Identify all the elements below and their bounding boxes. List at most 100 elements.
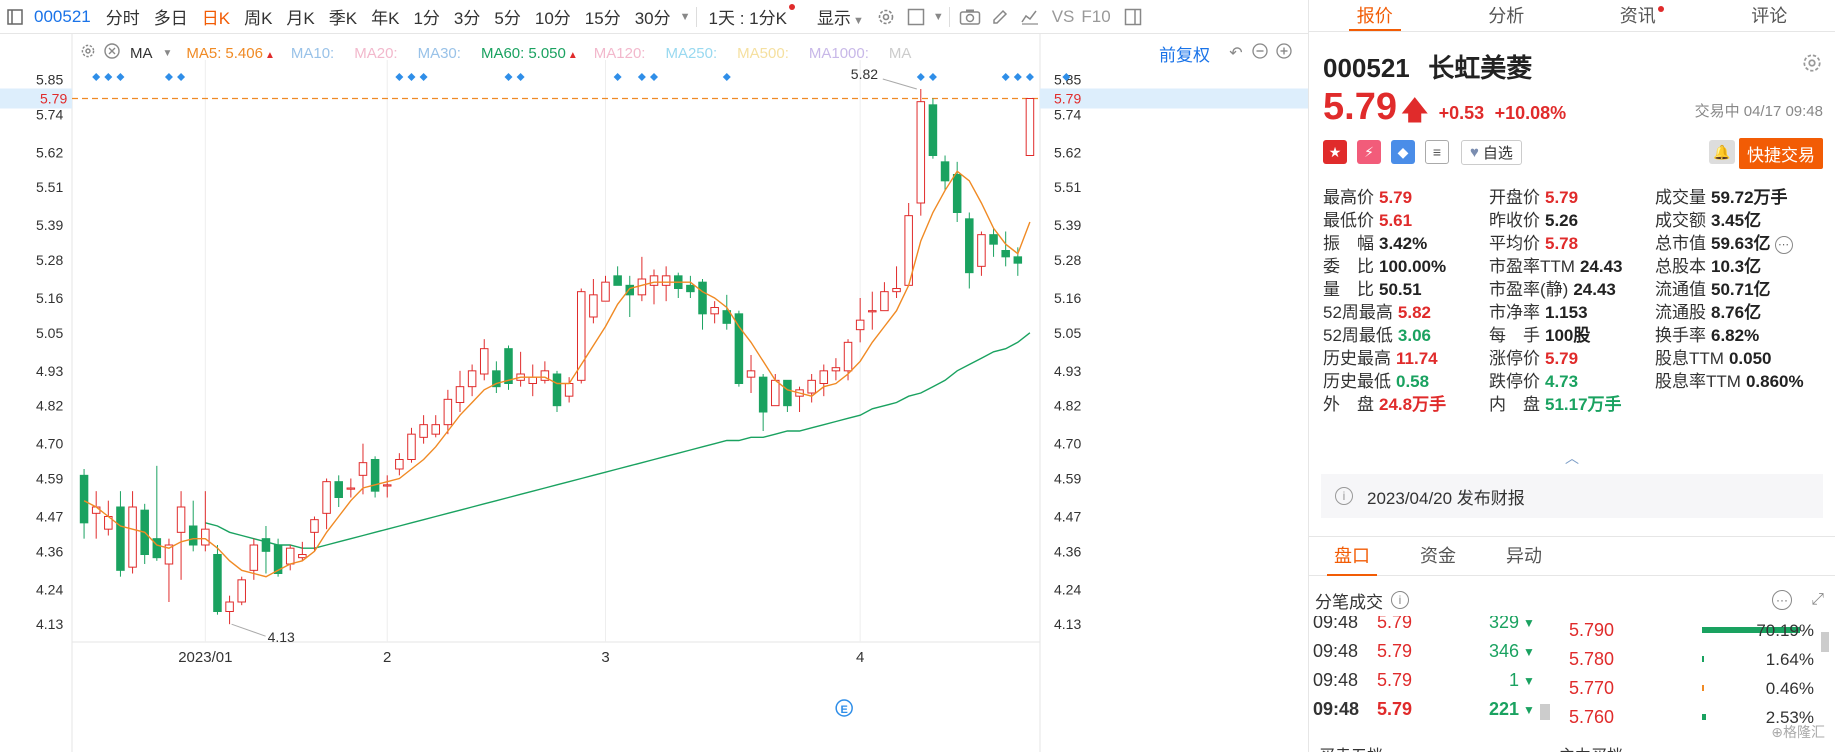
more-icon[interactable]: ··· bbox=[1772, 590, 1792, 610]
earnings-notice[interactable]: i 2023/04/20 发布财报 bbox=[1321, 474, 1823, 518]
range-select[interactable]: 1天 : 1分K bbox=[702, 4, 802, 29]
candle-body bbox=[504, 348, 513, 384]
candle-body bbox=[79, 474, 89, 524]
period-tab[interactable]: 周K bbox=[237, 4, 279, 29]
bell-icon[interactable]: 🔔 bbox=[1709, 140, 1735, 164]
gear-icon[interactable] bbox=[873, 5, 899, 29]
ma-legend-item[interactable]: MA250: bbox=[665, 45, 721, 62]
kline-chart[interactable]: 5.855.855.745.745.625.625.515.515.395.39… bbox=[0, 0, 1308, 752]
period-tab[interactable]: 3分 bbox=[447, 4, 487, 29]
f10-button[interactable]: F10 bbox=[1081, 7, 1117, 27]
signal-marker[interactable] bbox=[650, 73, 659, 81]
zoom-in-icon[interactable] bbox=[1272, 42, 1296, 64]
signal-marker[interactable] bbox=[1013, 73, 1022, 81]
signal-marker[interactable] bbox=[104, 73, 113, 81]
signal-marker[interactable] bbox=[637, 73, 646, 81]
chevron-down-icon[interactable]: ▼ bbox=[933, 11, 944, 23]
scroll-thumb[interactable] bbox=[1540, 704, 1550, 720]
orderbook-tab[interactable]: 异动 bbox=[1481, 537, 1567, 575]
candle-body bbox=[589, 294, 598, 318]
signal-marker[interactable] bbox=[419, 73, 428, 81]
ma-legend-item[interactable]: MA20: bbox=[354, 45, 401, 62]
adjust-button[interactable]: 前复权 bbox=[1159, 41, 1210, 66]
signal-marker[interactable] bbox=[116, 73, 125, 81]
signal-marker[interactable] bbox=[177, 73, 186, 81]
quote-tab[interactable]: 分析 bbox=[1441, 0, 1573, 31]
candle-body bbox=[479, 348, 489, 375]
signal-marker[interactable] bbox=[1001, 73, 1010, 81]
indicator-icon[interactable] bbox=[1017, 5, 1043, 29]
period-tab[interactable]: 季K bbox=[322, 4, 364, 29]
ma-legend-item[interactable]: MA5: 5.406 ▲ bbox=[186, 45, 274, 62]
note-icon[interactable]: ≡ bbox=[1425, 140, 1449, 164]
stat-value: 100.00% bbox=[1379, 257, 1447, 276]
layout-square-icon[interactable] bbox=[903, 5, 929, 29]
period-tab[interactable]: 月K bbox=[279, 4, 321, 29]
gear-icon[interactable] bbox=[1801, 52, 1823, 80]
vs-button[interactable]: VS bbox=[1045, 7, 1082, 27]
period-tab[interactable]: 10分 bbox=[528, 4, 578, 29]
period-tab[interactable]: 多日 bbox=[147, 4, 195, 29]
signal-marker[interactable] bbox=[516, 73, 525, 81]
ma-legend-item[interactable]: MA1000: bbox=[809, 45, 873, 62]
signal-marker[interactable] bbox=[504, 73, 513, 81]
signal-marker[interactable] bbox=[92, 73, 101, 81]
settings-icon[interactable] bbox=[80, 43, 96, 63]
signal-marker[interactable] bbox=[395, 73, 404, 81]
candle-body bbox=[661, 275, 671, 286]
orderbook-tab[interactable]: 盘口 bbox=[1309, 537, 1395, 576]
add-watchlist-button[interactable]: ♥ 自选 bbox=[1461, 139, 1522, 165]
signal-marker[interactable] bbox=[407, 73, 416, 81]
expand-icon[interactable]: ⤢ bbox=[1811, 591, 1824, 609]
period-tab[interactable]: 30分 bbox=[628, 4, 678, 29]
period-tab[interactable]: 15分 bbox=[578, 4, 628, 29]
quote-tab[interactable]: 报价 bbox=[1309, 0, 1441, 31]
ma-legend-item[interactable]: MA30: bbox=[418, 45, 465, 62]
ma-type-label[interactable]: MA bbox=[130, 45, 153, 62]
depth-scrollbar[interactable] bbox=[1821, 620, 1829, 730]
period-tab[interactable]: 5分 bbox=[487, 4, 527, 29]
price-change: +0.53 bbox=[1438, 103, 1485, 123]
chevron-down-icon[interactable]: ▼ bbox=[163, 48, 173, 59]
signal-marker[interactable] bbox=[916, 73, 925, 81]
camera-icon[interactable] bbox=[957, 5, 983, 29]
signal-marker[interactable] bbox=[1025, 73, 1034, 81]
period-tab[interactable]: 日K bbox=[195, 4, 237, 29]
ma-legend-item[interactable]: MA500: bbox=[737, 45, 793, 62]
quick-trade-button[interactable]: 快捷交易 bbox=[1739, 138, 1823, 169]
period-tab[interactable]: 分时 bbox=[99, 4, 147, 29]
orderbook-tab[interactable]: 资金 bbox=[1395, 537, 1481, 575]
ma-legend-item[interactable]: MA120: bbox=[594, 45, 650, 62]
tag-icon[interactable]: ◆ bbox=[1391, 140, 1415, 164]
period-tab[interactable]: 年K bbox=[364, 4, 406, 29]
scroll-thumb[interactable] bbox=[1821, 632, 1829, 652]
sidebar-toggle-icon[interactable] bbox=[2, 5, 28, 29]
price-change-pct: +10.08% bbox=[1494, 103, 1567, 123]
display-button[interactable]: 显示 ▼ bbox=[810, 4, 871, 29]
chevron-down-icon[interactable]: ▼ bbox=[680, 11, 691, 23]
signal-marker[interactable] bbox=[722, 73, 731, 81]
quote-tab[interactable]: 资讯 bbox=[1572, 0, 1704, 31]
info-icon[interactable]: i bbox=[1391, 591, 1409, 609]
signal-marker[interactable] bbox=[164, 73, 173, 81]
zoom-out-icon[interactable] bbox=[1248, 42, 1272, 64]
signal-marker[interactable] bbox=[928, 73, 937, 81]
pencil-icon[interactable] bbox=[987, 5, 1013, 29]
stat-value: 59.63亿 bbox=[1711, 234, 1771, 253]
undo-icon[interactable]: ↶ bbox=[1224, 43, 1248, 63]
quote-tab[interactable]: 评论 bbox=[1704, 0, 1835, 31]
signal-marker[interactable] bbox=[613, 73, 622, 81]
panel-toggle-icon[interactable] bbox=[1120, 5, 1146, 29]
close-icon[interactable] bbox=[104, 43, 120, 63]
lightning-icon[interactable]: ⚡ bbox=[1357, 140, 1381, 164]
bottom-tab-right[interactable]: 主力买档 bbox=[1559, 742, 1623, 752]
stat-item: 每 手 100股 bbox=[1489, 324, 1655, 347]
chevron-up-icon[interactable]: ︿ bbox=[1565, 448, 1579, 468]
tick-scrollbar[interactable] bbox=[1540, 620, 1550, 720]
ma-legend-item[interactable]: MA10: bbox=[291, 45, 338, 62]
ma-legend-item[interactable]: MA bbox=[889, 45, 916, 62]
more-icon[interactable]: ⋯ bbox=[1774, 235, 1793, 254]
ma-legend-item[interactable]: MA60: 5.050 ▲ bbox=[481, 45, 578, 62]
bottom-tab-left[interactable]: 买卖五档 bbox=[1319, 742, 1383, 752]
period-tab[interactable]: 1分 bbox=[406, 4, 446, 29]
